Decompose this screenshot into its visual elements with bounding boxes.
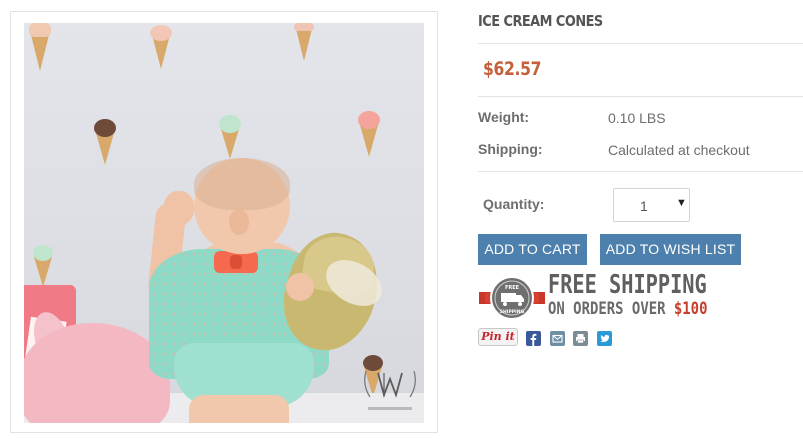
product-title: ICE CREAM CONES <box>478 12 603 30</box>
baby-hair <box>194 158 290 210</box>
quantity-select[interactable]: 1 ▼ <box>613 188 690 222</box>
weight-label: Weight: <box>478 109 530 125</box>
shipping-value: Calculated at checkout <box>608 142 750 158</box>
divider <box>478 96 803 97</box>
shipping-label: Shipping: <box>478 141 543 157</box>
baby-legs <box>189 395 289 423</box>
divider <box>478 171 803 172</box>
baby-ear <box>229 209 249 235</box>
baby-hand-holding-hat <box>286 273 314 301</box>
weight-value: 0.10 LBS <box>608 110 666 126</box>
ice-cream-cone-decal <box>94 119 116 165</box>
free-shipping-subline: ON ORDERS OVER $100 <box>548 299 707 319</box>
print-icon[interactable] <box>573 331 588 346</box>
ice-cream-cone-decal <box>219 115 241 159</box>
twitter-icon[interactable] <box>597 331 612 346</box>
baby-hand <box>164 191 194 225</box>
email-icon[interactable] <box>550 331 565 346</box>
ice-cream-cone-decal <box>294 23 314 61</box>
free-shipping-subline-text: ON ORDERS OVER <box>548 299 674 319</box>
product-photo[interactable] <box>24 23 424 423</box>
free-shipping-headline: FREE SHIPPING <box>548 270 707 300</box>
free-shipping-amount: $100 <box>673 299 708 319</box>
ice-cream-cone-decal <box>29 23 51 71</box>
urban-walls-logo-icon <box>364 370 416 410</box>
divider <box>478 43 803 44</box>
add-to-wish-list-button[interactable]: ADD TO WISH LIST <box>600 234 741 265</box>
bow-knot <box>230 255 242 269</box>
badge-text-bottom: SHIPPING <box>500 309 525 315</box>
ice-cream-cone-decal <box>150 25 172 69</box>
pinterest-pin-it-button[interactable]: Pin it <box>478 328 518 346</box>
ice-cream-cone-decal <box>33 245 53 287</box>
free-shipping-truck-badge-icon: FREE SHIPPING <box>479 276 545 320</box>
quantity-label: Quantity: <box>483 196 545 212</box>
product-image-frame <box>10 11 438 433</box>
chevron-down-icon: ▼ <box>676 197 687 209</box>
facebook-icon[interactable] <box>526 331 541 346</box>
quantity-value: 1 <box>640 198 648 214</box>
add-to-cart-button[interactable]: ADD TO CART <box>478 234 587 265</box>
product-price: $62.57 <box>483 58 542 80</box>
badge-text-top: FREE <box>505 285 520 291</box>
ice-cream-cone-decal <box>358 111 380 157</box>
